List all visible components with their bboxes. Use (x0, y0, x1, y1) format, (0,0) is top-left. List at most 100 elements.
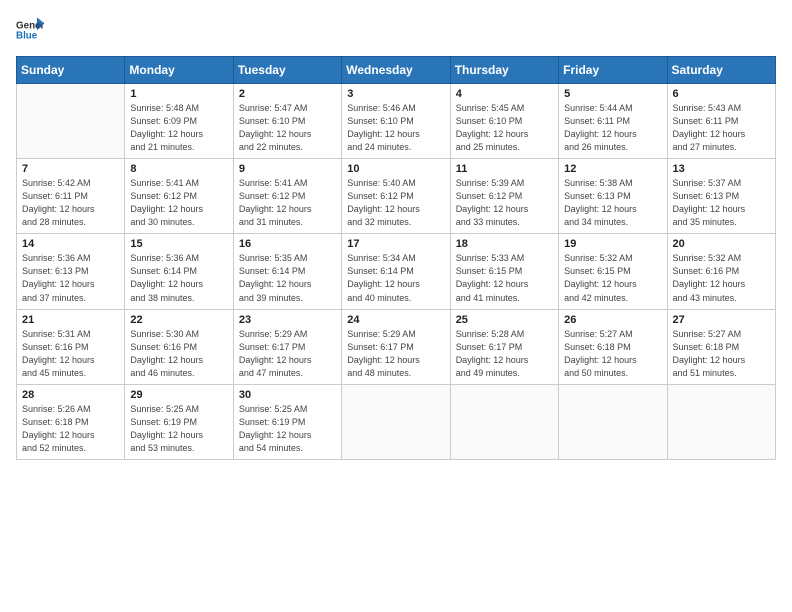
day-info: Sunrise: 5:41 AMSunset: 6:12 PMDaylight:… (130, 177, 227, 229)
day-info: Sunrise: 5:35 AMSunset: 6:14 PMDaylight:… (239, 252, 336, 304)
calendar-cell: 22 Sunrise: 5:30 AMSunset: 6:16 PMDayligh… (125, 309, 233, 384)
day-info: Sunrise: 5:28 AMSunset: 6:17 PMDaylight:… (456, 328, 553, 380)
calendar-cell: 15 Sunrise: 5:36 AMSunset: 6:14 PMDayligh… (125, 234, 233, 309)
day-number: 14 (22, 238, 119, 250)
day-info: Sunrise: 5:43 AMSunset: 6:11 PMDaylight:… (673, 102, 770, 154)
day-info: Sunrise: 5:44 AMSunset: 6:11 PMDaylight:… (564, 102, 661, 154)
day-info: Sunrise: 5:26 AMSunset: 6:18 PMDaylight:… (22, 403, 119, 455)
day-info: Sunrise: 5:32 AMSunset: 6:16 PMDaylight:… (673, 252, 770, 304)
calendar-cell: 14Sunrise: 5:36 AMSunset: 6:13 PMDayligh… (17, 234, 125, 309)
day-info: Sunrise: 5:40 AMSunset: 6:12 PMDaylight:… (347, 177, 444, 229)
calendar-cell: 1 Sunrise: 5:48 AMSunset: 6:09 PMDaylight… (125, 84, 233, 159)
day-number: 13 (673, 163, 770, 175)
calendar-cell: 28Sunrise: 5:26 AMSunset: 6:18 PMDayligh… (17, 384, 125, 459)
calendar-cell: 18Sunrise: 5:33 AMSunset: 6:15 PMDayligh… (450, 234, 558, 309)
day-info: Sunrise: 5:39 AMSunset: 6:12 PMDaylight:… (456, 177, 553, 229)
day-number: 27 (673, 314, 770, 326)
day-info: Sunrise: 5:27 AMSunset: 6:18 PMDaylight:… (673, 328, 770, 380)
day-info: Sunrise: 5:47 AMSunset: 6:10 PMDaylight:… (239, 102, 336, 154)
day-number: 22 (130, 314, 227, 326)
day-number: 23 (239, 314, 336, 326)
day-number: 17 (347, 238, 444, 250)
day-info: Sunrise: 5:32 AMSunset: 6:15 PMDaylight:… (564, 252, 661, 304)
day-info: Sunrise: 5:37 AMSunset: 6:13 PMDaylight:… (673, 177, 770, 229)
calendar-cell: 16 Sunrise: 5:35 AMSunset: 6:14 PMDayligh… (233, 234, 341, 309)
calendar-week-row: 1 Sunrise: 5:48 AMSunset: 6:09 PMDaylight… (17, 84, 776, 159)
calendar-week-row: 7 Sunrise: 5:42 AMSunset: 6:11 PMDaylight… (17, 159, 776, 234)
logo-icon: General Blue (16, 16, 44, 44)
day-number: 16 (239, 238, 336, 250)
calendar-cell (17, 84, 125, 159)
weekday-header-wednesday: Wednesday (342, 57, 450, 84)
day-number: 2 (239, 88, 336, 100)
weekday-header-friday: Friday (559, 57, 667, 84)
day-info: Sunrise: 5:36 AMSunset: 6:14 PMDaylight:… (130, 252, 227, 304)
day-number: 11 (456, 163, 553, 175)
day-number: 26 (564, 314, 661, 326)
weekday-header-saturday: Saturday (667, 57, 775, 84)
day-info: Sunrise: 5:29 AMSunset: 6:17 PMDaylight:… (347, 328, 444, 380)
calendar-cell: 29 Sunrise: 5:25 AMSunset: 6:19 PMDayligh… (125, 384, 233, 459)
calendar-cell: 4 Sunrise: 5:45 AMSunset: 6:10 PMDaylight… (450, 84, 558, 159)
weekday-header-sunday: Sunday (17, 57, 125, 84)
day-number: 21 (22, 314, 119, 326)
day-number: 6 (673, 88, 770, 100)
calendar-cell: 21 Sunrise: 5:31 AMSunset: 6:16 PMDayligh… (17, 309, 125, 384)
day-number: 25 (456, 314, 553, 326)
day-info: Sunrise: 5:42 AMSunset: 6:11 PMDaylight:… (22, 177, 119, 229)
calendar-cell: 19 Sunrise: 5:32 AMSunset: 6:15 PMDayligh… (559, 234, 667, 309)
calendar-cell (450, 384, 558, 459)
day-number: 15 (130, 238, 227, 250)
page-header: General Blue (16, 16, 776, 44)
calendar-cell: 6 Sunrise: 5:43 AMSunset: 6:11 PMDaylight… (667, 84, 775, 159)
calendar-table: SundayMondayTuesdayWednesdayThursdayFrid… (16, 56, 776, 460)
calendar-cell: 30 Sunrise: 5:25 AMSunset: 6:19 PMDayligh… (233, 384, 341, 459)
day-number: 24 (347, 314, 444, 326)
calendar-cell: 10 Sunrise: 5:40 AMSunset: 6:12 PMDayligh… (342, 159, 450, 234)
day-info: Sunrise: 5:31 AMSunset: 6:16 PMDaylight:… (22, 328, 119, 380)
weekday-header-tuesday: Tuesday (233, 57, 341, 84)
day-info: Sunrise: 5:41 AMSunset: 6:12 PMDaylight:… (239, 177, 336, 229)
calendar-cell (559, 384, 667, 459)
day-number: 29 (130, 389, 227, 401)
calendar-cell: 27 Sunrise: 5:27 AMSunset: 6:18 PMDayligh… (667, 309, 775, 384)
day-info: Sunrise: 5:25 AMSunset: 6:19 PMDaylight:… (130, 403, 227, 455)
calendar-week-row: 28Sunrise: 5:26 AMSunset: 6:18 PMDayligh… (17, 384, 776, 459)
calendar-cell: 23Sunrise: 5:29 AMSunset: 6:17 PMDayligh… (233, 309, 341, 384)
weekday-header-monday: Monday (125, 57, 233, 84)
day-number: 12 (564, 163, 661, 175)
calendar-cell (667, 384, 775, 459)
day-info: Sunrise: 5:30 AMSunset: 6:16 PMDaylight:… (130, 328, 227, 380)
calendar-cell: 2 Sunrise: 5:47 AMSunset: 6:10 PMDaylight… (233, 84, 341, 159)
calendar-cell: 12Sunrise: 5:38 AMSunset: 6:13 PMDayligh… (559, 159, 667, 234)
logo: General Blue (16, 16, 44, 44)
day-info: Sunrise: 5:46 AMSunset: 6:10 PMDaylight:… (347, 102, 444, 154)
day-info: Sunrise: 5:45 AMSunset: 6:10 PMDaylight:… (456, 102, 553, 154)
day-info: Sunrise: 5:25 AMSunset: 6:19 PMDaylight:… (239, 403, 336, 455)
day-info: Sunrise: 5:48 AMSunset: 6:09 PMDaylight:… (130, 102, 227, 154)
day-number: 19 (564, 238, 661, 250)
day-number: 10 (347, 163, 444, 175)
day-number: 18 (456, 238, 553, 250)
calendar-cell: 5Sunrise: 5:44 AMSunset: 6:11 PMDaylight… (559, 84, 667, 159)
calendar-week-row: 21 Sunrise: 5:31 AMSunset: 6:16 PMDayligh… (17, 309, 776, 384)
calendar-cell: 13 Sunrise: 5:37 AMSunset: 6:13 PMDayligh… (667, 159, 775, 234)
day-number: 30 (239, 389, 336, 401)
calendar-cell: 9Sunrise: 5:41 AMSunset: 6:12 PMDaylight… (233, 159, 341, 234)
calendar-cell: 20 Sunrise: 5:32 AMSunset: 6:16 PMDayligh… (667, 234, 775, 309)
day-number: 1 (130, 88, 227, 100)
day-number: 8 (130, 163, 227, 175)
weekday-header-thursday: Thursday (450, 57, 558, 84)
day-number: 20 (673, 238, 770, 250)
calendar-cell: 17Sunrise: 5:34 AMSunset: 6:14 PMDayligh… (342, 234, 450, 309)
svg-text:Blue: Blue (16, 30, 38, 41)
day-number: 3 (347, 88, 444, 100)
calendar-week-row: 14Sunrise: 5:36 AMSunset: 6:13 PMDayligh… (17, 234, 776, 309)
day-number: 7 (22, 163, 119, 175)
calendar-cell: 24 Sunrise: 5:29 AMSunset: 6:17 PMDayligh… (342, 309, 450, 384)
day-number: 4 (456, 88, 553, 100)
calendar-cell: 8 Sunrise: 5:41 AMSunset: 6:12 PMDaylight… (125, 159, 233, 234)
calendar-cell: 26Sunrise: 5:27 AMSunset: 6:18 PMDayligh… (559, 309, 667, 384)
calendar-cell: 7 Sunrise: 5:42 AMSunset: 6:11 PMDaylight… (17, 159, 125, 234)
calendar-cell: 3 Sunrise: 5:46 AMSunset: 6:10 PMDaylight… (342, 84, 450, 159)
